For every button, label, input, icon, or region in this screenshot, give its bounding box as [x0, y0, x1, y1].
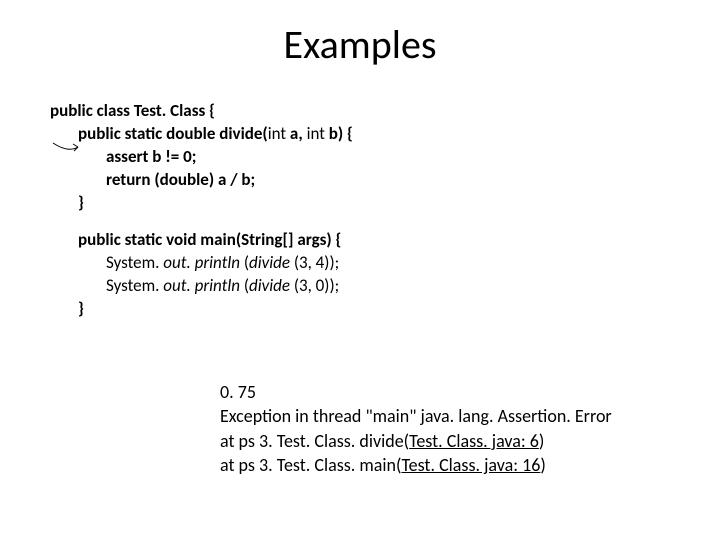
output-text: ) — [540, 454, 545, 476]
code-line: public class Test. Class { — [50, 100, 670, 123]
code-text: System. — [106, 252, 163, 273]
code-text: int — [268, 123, 286, 144]
output-link-text: Test. Class. java: 16 — [401, 454, 540, 476]
code-line: assert b != 0; — [50, 146, 670, 169]
output-text: ) — [539, 430, 544, 452]
code-line: System. out. println (divide (3, 0)); — [50, 275, 670, 298]
blank-line — [50, 215, 670, 229]
code-block: public class Test. Class { public static… — [50, 100, 670, 320]
code-text: out. println — [163, 252, 240, 273]
code-text: out. println — [163, 275, 240, 296]
code-text: divide — [249, 252, 294, 273]
code-line: System. out. println (divide (3, 4)); — [50, 252, 670, 275]
code-text: a, — [286, 123, 306, 144]
code-text: (3, 4)); — [294, 252, 339, 273]
code-text: int — [307, 123, 325, 144]
code-text: public static double divide( — [78, 123, 268, 144]
code-line: public static double divide(int a, int b… — [50, 123, 670, 146]
slide: Examples public class Test. Class { publ… — [0, 0, 720, 540]
output-link-text: Test. Class. java: 6 — [409, 430, 539, 452]
code-text: (3, 0)); — [294, 275, 339, 296]
page-title: Examples — [0, 20, 720, 69]
code-text: b) { — [325, 123, 353, 144]
output-block: 0. 75 Exception in thread "main" java. l… — [220, 380, 612, 477]
output-line: Exception in thread "main" java. lang. A… — [220, 404, 612, 428]
output-line: at ps 3. Test. Class. main(Test. Class. … — [220, 453, 612, 477]
output-text: at ps 3. Test. Class. divide( — [220, 430, 409, 452]
code-line: return (double) a / b; — [50, 169, 670, 192]
code-text: ( — [240, 275, 249, 296]
code-line: public static void main(String[] args) { — [50, 229, 670, 252]
code-text: ( — [240, 252, 249, 273]
code-text: System. — [106, 275, 163, 296]
code-line: } — [50, 298, 670, 321]
code-text: divide — [249, 275, 294, 296]
output-line: 0. 75 — [220, 380, 612, 404]
output-line: at ps 3. Test. Class. divide(Test. Class… — [220, 429, 612, 453]
code-line: } — [50, 192, 670, 215]
output-text: at ps 3. Test. Class. main( — [220, 454, 401, 476]
